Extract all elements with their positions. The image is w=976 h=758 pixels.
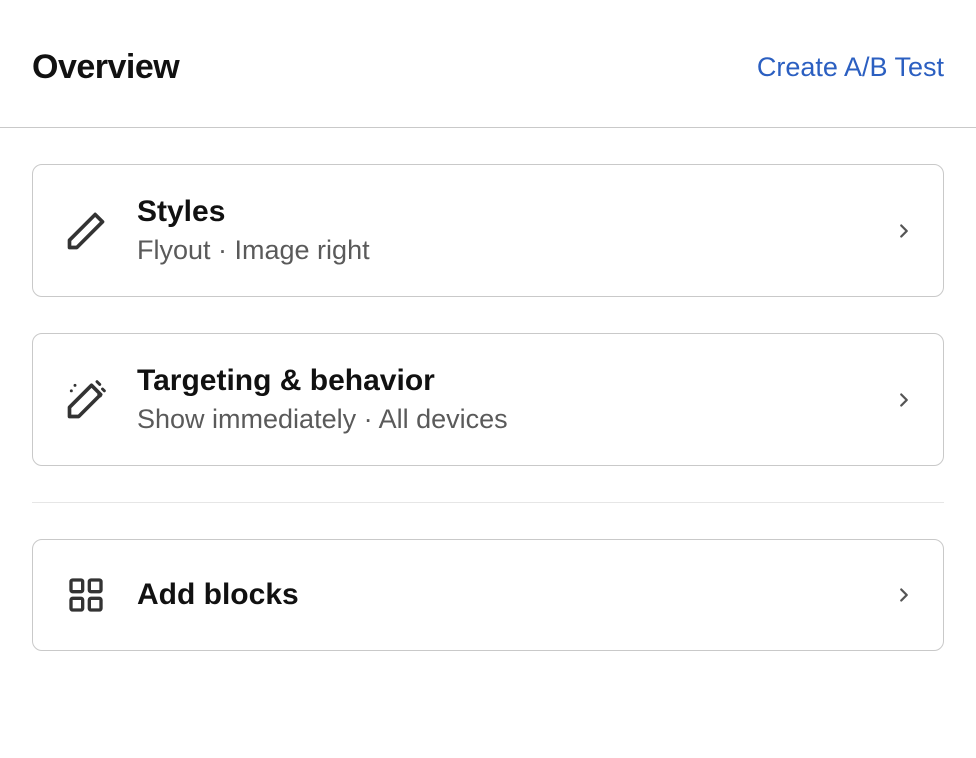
divider (32, 502, 944, 503)
styles-title: Styles (137, 195, 893, 229)
chevron-right-icon (893, 584, 915, 606)
create-ab-test-link[interactable]: Create A/B Test (757, 52, 944, 83)
add-blocks-title: Add blocks (137, 578, 893, 612)
targeting-card[interactable]: Targeting & behavior Show immediately · … (32, 333, 944, 466)
blocks-icon (61, 570, 111, 620)
styles-card[interactable]: Styles Flyout · Image right (32, 164, 944, 297)
styles-subtitle: Flyout · Image right (137, 235, 893, 266)
content: Styles Flyout · Image right Targeting & … (0, 128, 976, 651)
targeting-body: Targeting & behavior Show immediately · … (137, 364, 893, 435)
targeting-title: Targeting & behavior (137, 364, 893, 398)
chevron-right-icon (893, 389, 915, 411)
chevron-right-icon (893, 220, 915, 242)
add-blocks-body: Add blocks (137, 578, 893, 612)
header: Overview Create A/B Test (0, 0, 976, 128)
magic-wand-icon (61, 375, 111, 425)
styles-body: Styles Flyout · Image right (137, 195, 893, 266)
page-title: Overview (32, 48, 179, 87)
add-blocks-card[interactable]: Add blocks (32, 539, 944, 651)
targeting-subtitle: Show immediately · All devices (137, 404, 893, 435)
pencil-icon (61, 206, 111, 256)
